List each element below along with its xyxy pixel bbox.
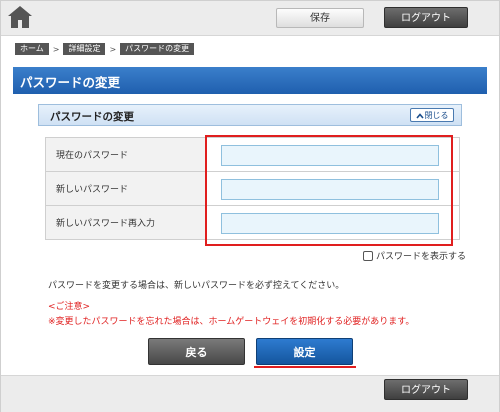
- form-row-current-password: 現在のパスワード: [45, 137, 460, 172]
- form-row-new-password: 新しいパスワード: [45, 171, 460, 206]
- form-row-confirm-password: 新しいパスワード再入力: [45, 205, 460, 240]
- collapse-label: 閉じる: [424, 111, 449, 120]
- chevron-up-icon: [415, 112, 424, 119]
- logout-button[interactable]: ログアウト: [384, 7, 468, 28]
- caution-title: <ご注意>: [48, 302, 91, 312]
- confirm-password-input[interactable]: [221, 213, 439, 234]
- set-button-highlight: [254, 366, 356, 368]
- page-title: パスワードの変更: [20, 75, 121, 90]
- password-form: 現在のパスワード 新しいパスワード 新しいパスワード再入力: [45, 137, 460, 240]
- new-password-label: 新しいパスワード: [45, 171, 206, 206]
- show-password-label: パスワードを表示する: [376, 252, 467, 262]
- caution-text: ※変更したパスワードを忘れた場合は、ホームゲートウェイを初期化する必要があります…: [48, 317, 415, 327]
- new-password-input[interactable]: [221, 179, 439, 200]
- show-password-checkbox[interactable]: [363, 250, 373, 261]
- set-button[interactable]: 設定: [256, 338, 353, 365]
- footer-logout-button[interactable]: ログアウト: [384, 379, 468, 400]
- home-icon[interactable]: [7, 5, 33, 29]
- breadcrumb-home[interactable]: ホーム: [15, 43, 49, 55]
- confirm-password-label: 新しいパスワード再入力: [45, 205, 206, 240]
- current-password-label: 現在のパスワード: [45, 137, 206, 172]
- show-password-toggle[interactable]: パスワードを表示する: [363, 249, 466, 262]
- save-button[interactable]: 保存: [276, 8, 364, 28]
- back-button[interactable]: 戻る: [148, 338, 245, 365]
- breadcrumb-advanced-settings[interactable]: 詳細設定: [63, 43, 106, 55]
- breadcrumb-current: パスワードの変更: [120, 43, 195, 55]
- password-note: パスワードを変更する場合は、新しいパスワードを必ず控えてください。: [48, 281, 345, 291]
- section-header: パスワードの変更 閉じる: [38, 104, 462, 126]
- breadcrumb-separator: >: [109, 44, 117, 54]
- current-password-input[interactable]: [221, 145, 439, 166]
- breadcrumb-separator: >: [52, 44, 60, 54]
- breadcrumb: ホーム > 詳細設定 > パスワードの変更: [15, 43, 195, 55]
- page-title-bar: パスワードの変更: [13, 67, 487, 94]
- section-title: パスワードの変更: [50, 111, 134, 123]
- collapse-button[interactable]: 閉じる: [410, 108, 454, 122]
